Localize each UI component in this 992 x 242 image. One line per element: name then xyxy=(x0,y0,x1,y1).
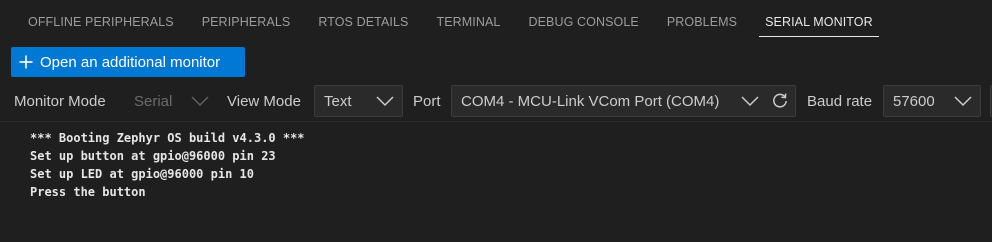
open-additional-monitor-button[interactable]: Open an additional monitor xyxy=(11,47,245,77)
view-mode-label: View Mode xyxy=(227,93,301,110)
monitor-mode-label: Monitor Mode xyxy=(14,93,106,110)
tab-rtos-details[interactable]: RTOS DETAILS xyxy=(304,0,422,40)
serial-output: *** Booting Zephyr OS build v4.3.0 *** S… xyxy=(30,129,305,201)
output-line: Set up button at gpio@96000 pin 23 xyxy=(30,149,276,163)
view-mode-select[interactable]: Text xyxy=(314,85,403,117)
plus-icon xyxy=(19,55,33,69)
output-line: *** Booting Zephyr OS build v4.3.0 *** xyxy=(30,131,305,145)
monitor-controls-row: Monitor Mode Serial View Mode Text Port … xyxy=(0,85,992,118)
port-value: COM4 - MCU-Link VCom Port (COM4) xyxy=(461,92,720,110)
chevron-down-icon xyxy=(191,96,209,107)
baud-rate-label: Baud rate xyxy=(807,93,873,110)
monitor-mode-select[interactable]: Serial xyxy=(124,85,218,117)
chevron-down-icon xyxy=(741,96,759,107)
tab-offline-peripherals[interactable]: OFFLINE PERIPHERALS xyxy=(14,0,188,40)
refresh-icon[interactable] xyxy=(771,92,789,110)
port-label: Port xyxy=(413,93,441,110)
divider xyxy=(0,121,992,122)
output-line: Set up LED at gpio@96000 pin 10 xyxy=(30,167,254,181)
chevron-down-icon xyxy=(376,96,394,107)
output-line: Press the button xyxy=(30,185,146,199)
tab-serial-monitor[interactable]: SERIAL MONITOR xyxy=(751,0,887,40)
tab-terminal[interactable]: TERMINAL xyxy=(422,0,514,40)
open-additional-monitor-label: Open an additional monitor xyxy=(40,53,221,71)
view-mode-value: Text xyxy=(324,92,352,110)
baud-rate-select[interactable]: 57600 xyxy=(883,85,981,117)
tab-debug-console[interactable]: DEBUG CONSOLE xyxy=(514,0,652,40)
panel-tab-bar: OFFLINE PERIPHERALS PERIPHERALS RTOS DET… xyxy=(0,0,992,40)
baud-rate-value: 57600 xyxy=(893,92,935,110)
chevron-down-icon xyxy=(954,96,972,107)
tab-peripherals[interactable]: PERIPHERALS xyxy=(188,0,305,40)
serial-monitor-panel: OFFLINE PERIPHERALS PERIPHERALS RTOS DET… xyxy=(0,0,992,242)
monitor-mode-value: Serial xyxy=(134,92,173,110)
tab-problems[interactable]: PROBLEMS xyxy=(653,0,751,40)
port-select[interactable]: COM4 - MCU-Link VCom Port (COM4) xyxy=(451,85,796,117)
